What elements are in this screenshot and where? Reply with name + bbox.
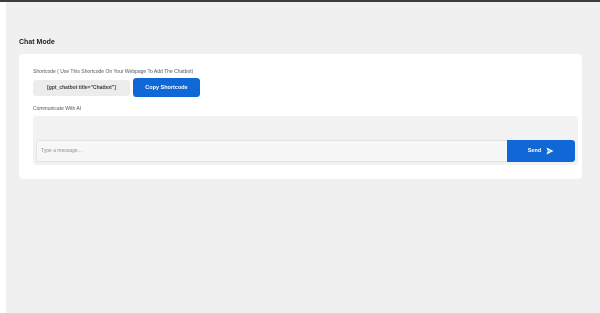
communicate-label: Communicate With AI	[33, 106, 82, 112]
paper-plane-icon	[546, 147, 554, 155]
shortcode-label: Shortcode ( Use This Shortcode On Your W…	[33, 69, 194, 75]
send-button[interactable]: Send	[507, 140, 575, 162]
page-title: Chat Mode	[19, 39, 55, 46]
chat-mode-card: Shortcode ( Use This Shortcode On Your W…	[19, 54, 582, 179]
copy-shortcode-button[interactable]: Copy Shortcode	[133, 78, 200, 97]
admin-top-bar	[0, 0, 600, 2]
message-input[interactable]	[36, 140, 507, 162]
send-button-label: Send	[527, 148, 542, 154]
left-sidebar-edge	[0, 2, 6, 313]
chat-input-row: Send	[36, 140, 575, 162]
chat-area: Send	[33, 116, 578, 165]
shortcode-value[interactable]: [gpt_chatbot title="Chatbot"]	[33, 80, 130, 96]
